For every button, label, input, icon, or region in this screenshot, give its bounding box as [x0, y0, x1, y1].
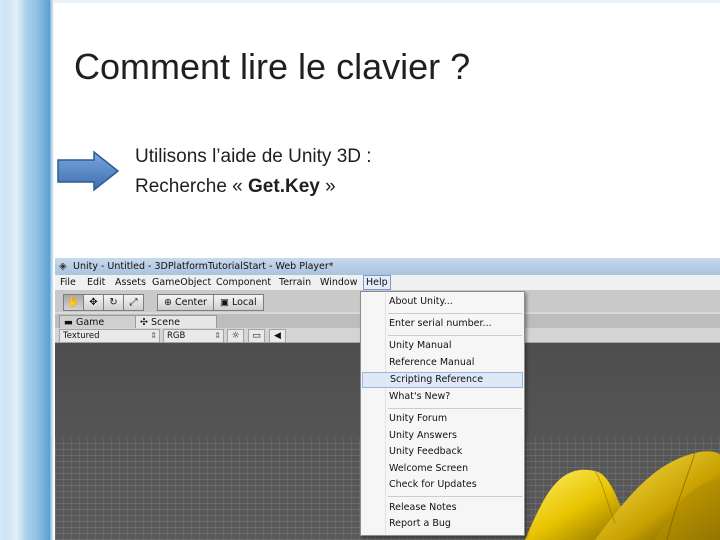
- audio-icon[interactable]: ◀: [269, 329, 286, 343]
- draw-mode-select[interactable]: Textured ⇕: [59, 329, 160, 343]
- slide-title: Comment lire le clavier ?: [74, 46, 471, 87]
- menu-item-welcome[interactable]: Welcome Screen: [362, 461, 523, 477]
- menu-item-scripting-reference[interactable]: Scripting Reference: [362, 372, 523, 388]
- tab-game[interactable]: ▬ Game: [59, 315, 139, 329]
- instruction-line: Utilisons l’aide de Unity 3D :: [135, 146, 372, 167]
- search-suffix: »: [319, 176, 336, 197]
- menu-separator: [388, 496, 522, 497]
- select-arrow-icon: ⇕: [214, 331, 221, 340]
- unity-window-title: Unity - Untitled - 3DPlatformTutorialSta…: [73, 261, 334, 272]
- menu-separator: [388, 313, 522, 314]
- slide-left-band: [0, 0, 54, 540]
- menu-item-forum[interactable]: Unity Forum: [362, 411, 523, 427]
- unity-logo-icon: ◈: [59, 261, 67, 272]
- move-icon[interactable]: ✥: [83, 294, 104, 311]
- space-label: Local: [231, 297, 257, 308]
- search-prefix: Recherche «: [135, 176, 249, 197]
- menu-item-release-notes[interactable]: Release Notes: [362, 500, 523, 516]
- scale-icon[interactable]: ⤢: [123, 294, 144, 311]
- menu-item-serial[interactable]: Enter serial number...: [362, 316, 523, 332]
- pivot-center-button[interactable]: ⊕ Center: [157, 294, 214, 311]
- tab-scene[interactable]: ✣ Scene: [135, 315, 217, 329]
- search-keyword: Get.Key: [248, 176, 320, 197]
- menu-item-updates[interactable]: Check for Updates: [362, 477, 523, 493]
- menu-gameobject[interactable]: GameObject: [152, 277, 211, 288]
- slide-band-highlight: [6, 0, 26, 540]
- menu-item-whats-new[interactable]: What's New?: [362, 389, 523, 405]
- menu-file[interactable]: File: [60, 277, 76, 288]
- right-arrow-icon: [57, 150, 120, 192]
- unity-title-bar: ◈ Unity - Untitled - 3DPlatformTutorialS…: [55, 258, 720, 276]
- menu-assets[interactable]: Assets: [115, 277, 146, 288]
- menu-window[interactable]: Window: [320, 277, 357, 288]
- render-mode-value: RGB: [167, 331, 186, 341]
- menu-item-about[interactable]: About Unity...: [362, 294, 523, 310]
- pivot-local-button[interactable]: ▣ Local: [212, 294, 264, 311]
- menu-item-manual[interactable]: Unity Manual: [362, 338, 523, 354]
- hand-icon[interactable]: ✋: [63, 294, 84, 311]
- pivot-tools: ⊕ Center ▣ Local: [157, 294, 264, 311]
- menu-separator: [388, 408, 522, 409]
- draw-mode-value: Textured: [63, 331, 100, 341]
- tab-scene-label: Scene: [150, 317, 180, 328]
- menu-item-reference[interactable]: Reference Manual: [362, 355, 523, 371]
- tab-game-label: Game: [76, 317, 105, 328]
- render-mode-select[interactable]: RGB ⇕: [163, 329, 224, 343]
- select-arrow-icon: ⇕: [150, 331, 157, 340]
- transform-tools: ✋ ✥ ↻ ⤢: [63, 294, 144, 311]
- unity-editor-screenshot: ◈ Unity - Untitled - 3DPlatformTutorialS…: [55, 258, 720, 540]
- menu-item-answers[interactable]: Unity Answers: [362, 428, 523, 444]
- unity-menu-bar: File Edit Assets GameObject Component Te…: [55, 275, 720, 291]
- menu-edit[interactable]: Edit: [87, 277, 105, 288]
- search-line: Recherche « Get.Key »: [135, 172, 372, 202]
- menu-component[interactable]: Component: [216, 277, 271, 288]
- rotate-icon[interactable]: ↻: [103, 294, 124, 311]
- menu-help[interactable]: Help: [363, 275, 391, 290]
- menu-item-report-bug[interactable]: Report a Bug: [362, 516, 523, 532]
- menu-item-feedback[interactable]: Unity Feedback: [362, 444, 523, 460]
- menu-separator: [388, 335, 522, 336]
- pivot-label: Center: [174, 297, 207, 308]
- lighting-icon[interactable]: ☼: [227, 329, 244, 343]
- slide-top-line: [54, 0, 720, 3]
- image-icon[interactable]: ▭: [248, 329, 265, 343]
- slide-body: Utilisons l’aide de Unity 3D : Recherche…: [135, 142, 372, 202]
- help-dropdown-menu: About Unity... Enter serial number... Un…: [360, 291, 525, 536]
- menu-terrain[interactable]: Terrain: [279, 277, 311, 288]
